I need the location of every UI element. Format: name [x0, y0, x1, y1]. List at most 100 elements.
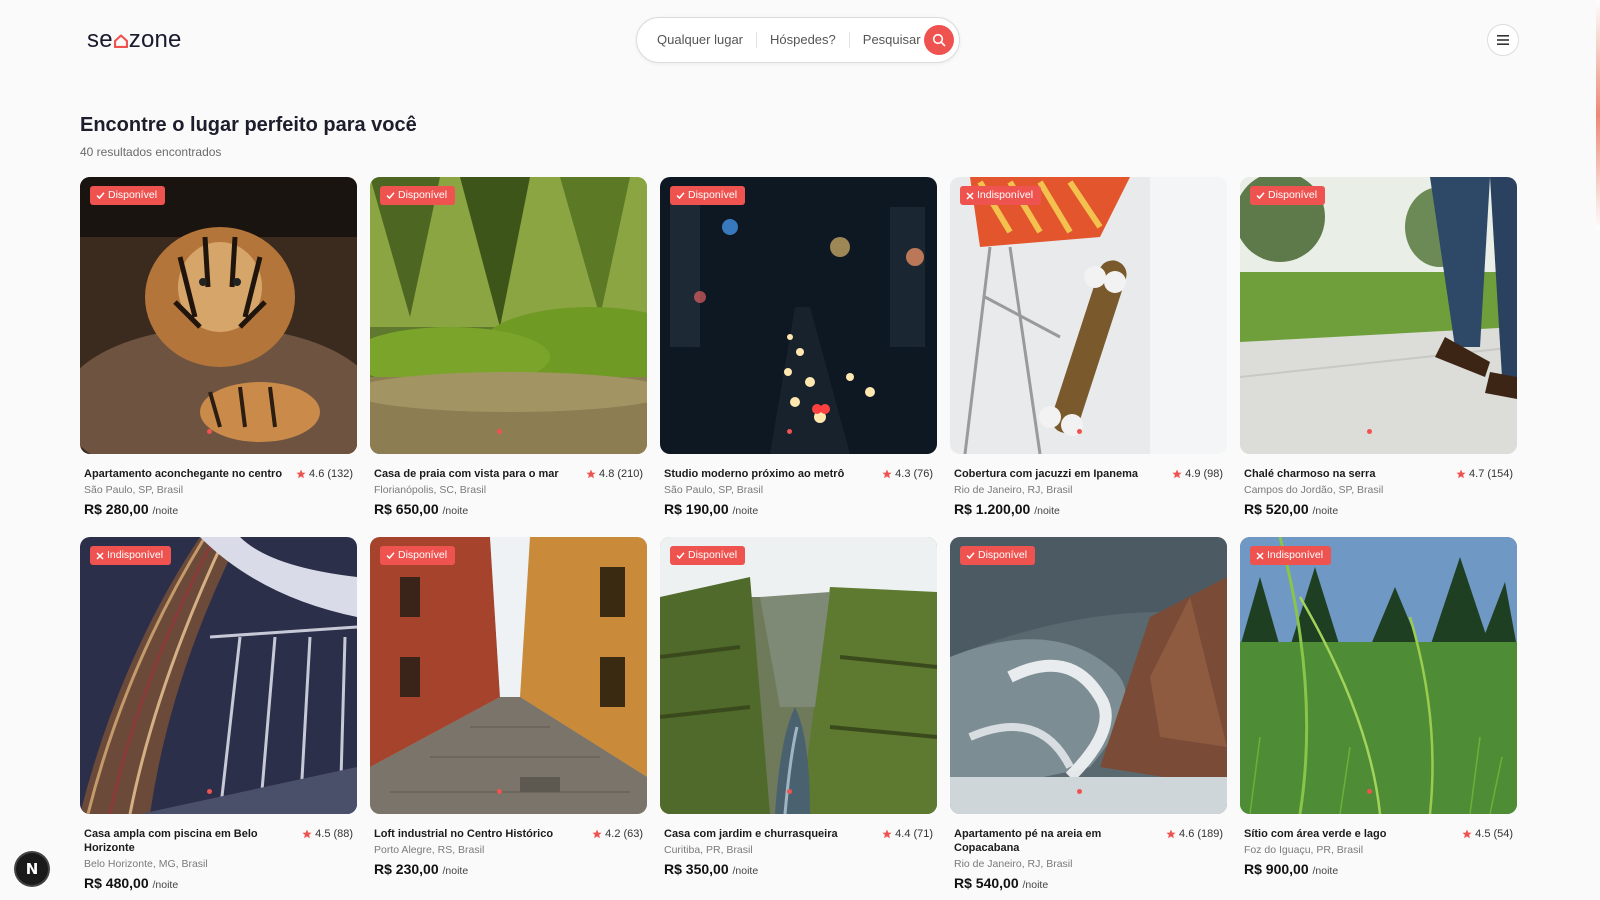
listing-rating: 4.8 (210): [586, 467, 643, 481]
listing-photo[interactable]: Disponível: [1240, 177, 1517, 454]
availability-badge: Disponível: [380, 546, 456, 565]
search-location-field[interactable]: Qualquer lugar: [657, 32, 757, 48]
listing-card[interactable]: Indisponível Casa ampla com piscina em B…: [80, 537, 357, 897]
listing-card[interactable]: Disponível Chalé charmoso na serra 4.7 (…: [1240, 177, 1517, 537]
listing-photo[interactable]: Disponível: [370, 537, 647, 814]
listing-title[interactable]: Casa de praia com vista para o mar: [374, 467, 559, 481]
listing-title[interactable]: Apartamento aconchegante no centro: [84, 467, 282, 481]
listing-title[interactable]: Sítio com área verde e lago: [1244, 827, 1386, 841]
search-guests-field[interactable]: Hóspedes?: [757, 32, 850, 48]
availability-badge: Indisponível: [90, 546, 172, 565]
badge-label: Disponível: [1268, 189, 1318, 201]
listing-photo[interactable]: Disponível: [370, 177, 647, 454]
carousel-dot[interactable]: [497, 789, 502, 794]
search-label[interactable]: Pesquisar: [850, 32, 934, 48]
availability-badge: Disponível: [90, 186, 166, 205]
listing-image: [660, 537, 937, 814]
carousel-dot[interactable]: [1367, 429, 1372, 434]
menu-button[interactable]: [1487, 24, 1519, 56]
listing-info: Chalé charmoso na serra 4.7 (154) Campos…: [1240, 467, 1517, 517]
scrollbar-accent[interactable]: [1596, 0, 1600, 230]
close-icon: [966, 191, 974, 200]
carousel-dot[interactable]: [1077, 789, 1082, 794]
listing-photo[interactable]: Disponível: [660, 537, 937, 814]
listing-info: Cobertura com jacuzzi em Ipanema 4.9 (98…: [950, 467, 1227, 517]
carousel-dot[interactable]: [1367, 789, 1372, 794]
listing-card[interactable]: Disponível Loft industrial no Centro His…: [370, 537, 647, 897]
review-count: (63): [623, 828, 643, 840]
listing-rating: 4.5 (54): [1462, 827, 1513, 841]
listing-photo[interactable]: Indisponível: [950, 177, 1227, 454]
listing-card[interactable]: Disponível Apartamento aconchegante no c…: [80, 177, 357, 537]
listing-title[interactable]: Casa ampla com piscina em Belo Horizonte: [84, 827, 296, 855]
rating-value: 4.6: [1179, 828, 1195, 840]
carousel-dot[interactable]: [497, 429, 502, 434]
carousel-dot[interactable]: [787, 429, 792, 434]
listing-image: [950, 537, 1227, 814]
listing-price: R$ 190,00 /noite: [664, 501, 933, 517]
results-count: 40 resultados encontrados: [80, 145, 222, 159]
listing-title[interactable]: Apartamento pé na areia em Copacabana: [954, 827, 1160, 855]
listing-card[interactable]: Indisponível Cobertura com jacuzzi em Ip…: [950, 177, 1227, 537]
listing-card[interactable]: Disponível Studio moderno próximo ao met…: [660, 177, 937, 537]
listing-location: Curitiba, PR, Brasil: [664, 844, 753, 856]
review-count: (154): [1487, 468, 1513, 480]
star-icon: [1456, 469, 1466, 479]
price-value: R$ 350,00: [664, 861, 729, 877]
search-button[interactable]: [924, 25, 954, 55]
listing-card[interactable]: Disponível Casa de praia com vista para …: [370, 177, 647, 537]
logo[interactable]: se zone: [87, 26, 182, 54]
listing-price: R$ 540,00 /noite: [954, 875, 1223, 891]
listing-title[interactable]: Loft industrial no Centro Histórico: [374, 827, 553, 841]
review-count: (88): [333, 828, 353, 840]
logo-prefix: se: [87, 26, 113, 53]
listing-rating: 4.5 (88): [302, 827, 353, 841]
listing-card[interactable]: Disponível Apartamento pé na areia em Co…: [950, 537, 1227, 897]
star-icon: [1172, 469, 1182, 479]
listing-title[interactable]: Casa com jardim e churrasqueira: [664, 827, 838, 841]
availability-badge: Disponível: [380, 186, 456, 205]
carousel-dot[interactable]: [787, 789, 792, 794]
listing-photo[interactable]: Disponível: [80, 177, 357, 454]
page-title: Encontre o lugar perfeito para você: [80, 114, 417, 136]
price-unit: /noite: [1312, 505, 1339, 517]
listing-image: [660, 177, 937, 454]
availability-badge: Indisponível: [960, 186, 1042, 205]
rating-value: 4.2: [605, 828, 621, 840]
listing-price: R$ 900,00 /noite: [1244, 861, 1513, 877]
price-value: R$ 1.200,00: [954, 501, 1031, 517]
listing-photo[interactable]: Disponível: [950, 537, 1227, 814]
listing-title[interactable]: Cobertura com jacuzzi em Ipanema: [954, 467, 1138, 481]
listing-info: Apartamento aconchegante no centro 4.6 (…: [80, 467, 357, 517]
house-logo-icon: [113, 27, 128, 49]
star-icon: [302, 829, 312, 839]
availability-badge: Disponível: [670, 186, 746, 205]
rating-value: 4.8: [599, 468, 615, 480]
listing-info: Loft industrial no Centro Histórico 4.2 …: [370, 827, 647, 877]
next-dev-indicator[interactable]: N: [16, 853, 48, 885]
rating-value: 4.7: [1469, 468, 1485, 480]
listing-title[interactable]: Chalé charmoso na serra: [1244, 467, 1375, 481]
listing-photo[interactable]: Indisponível: [1240, 537, 1517, 814]
star-icon: [1166, 829, 1176, 839]
star-icon: [882, 469, 892, 479]
badge-label: Indisponível: [107, 549, 164, 561]
listing-photo[interactable]: Disponível: [660, 177, 937, 454]
availability-badge: Disponível: [670, 546, 746, 565]
listing-image: [80, 177, 357, 454]
listing-photo[interactable]: Indisponível: [80, 537, 357, 814]
check-icon: [96, 192, 105, 200]
badge-label: Disponível: [398, 189, 448, 201]
price-value: R$ 540,00: [954, 875, 1019, 891]
listing-price: R$ 650,00 /noite: [374, 501, 643, 517]
star-icon: [296, 469, 306, 479]
listing-card[interactable]: Indisponível Sítio com área verde e lago…: [1240, 537, 1517, 897]
search-bar: Qualquer lugar Hóspedes? Pesquisar: [636, 17, 960, 63]
star-icon: [586, 469, 596, 479]
carousel-dot[interactable]: [1077, 429, 1082, 434]
listing-card[interactable]: Disponível Casa com jardim e churrasquei…: [660, 537, 937, 897]
carousel-dot[interactable]: [207, 789, 212, 794]
listing-rating: 4.7 (154): [1456, 467, 1513, 481]
listing-title[interactable]: Studio moderno próximo ao metrô: [664, 467, 844, 481]
carousel-dot[interactable]: [207, 429, 212, 434]
